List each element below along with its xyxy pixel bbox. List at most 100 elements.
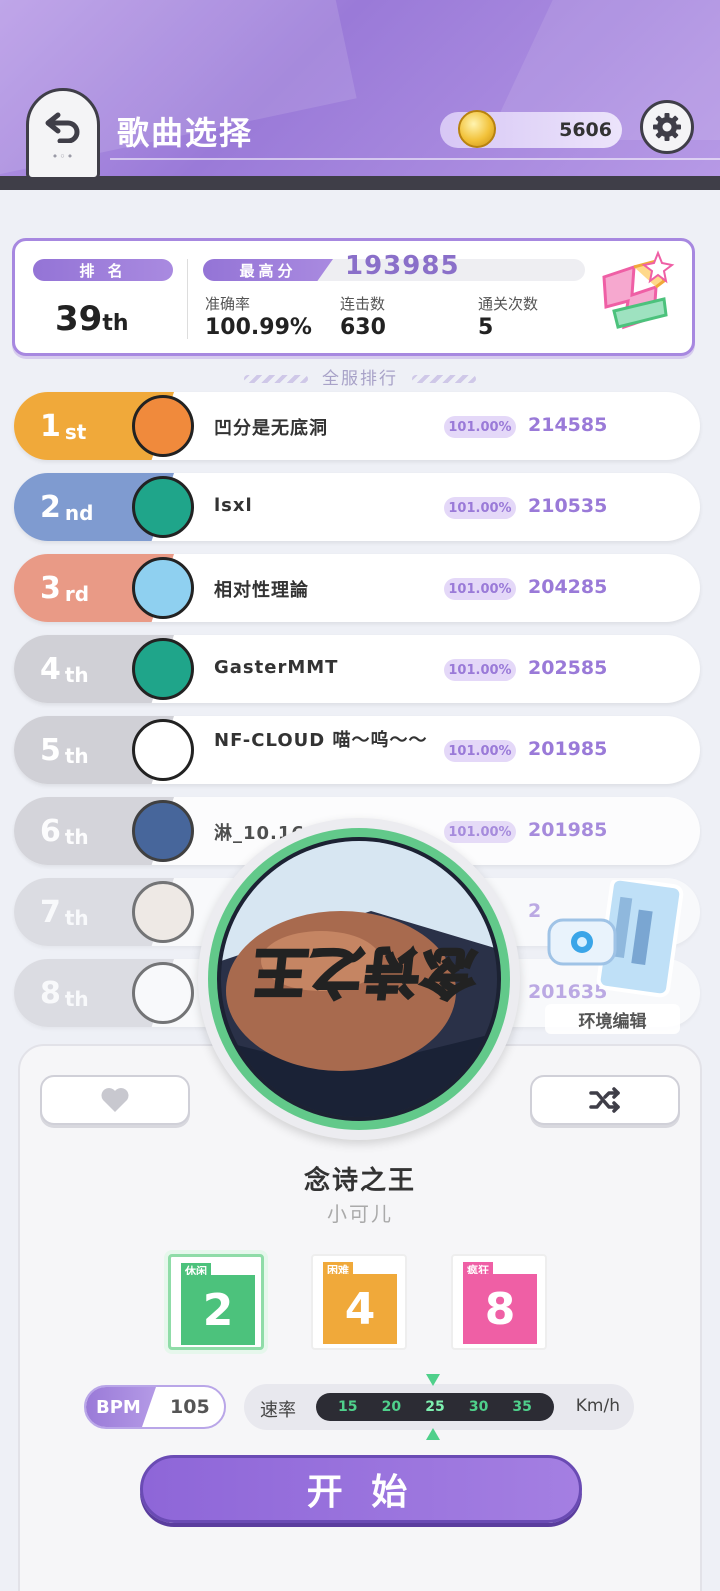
rank-label: 排 名	[33, 259, 173, 281]
rank-number: 2	[40, 489, 61, 525]
speed-unit: Km/h	[575, 1396, 620, 1416]
speed-option[interactable]: 35	[512, 1399, 531, 1415]
bpm-display: BPM 105	[84, 1385, 226, 1429]
combo-label: 连击数	[340, 295, 386, 313]
personal-stats-card: 排 名 39th 最高分 193985 准确率 100.99% 连击数 630 …	[12, 238, 695, 356]
difficulty-level: 2	[181, 1275, 255, 1345]
heart-icon	[101, 1088, 129, 1112]
cover-title-text: 念诗之王	[247, 939, 481, 1005]
speed-option[interactable]: 30	[469, 1399, 488, 1415]
song-artist: 小可儿	[327, 1202, 393, 1226]
player-avatar	[132, 800, 194, 862]
rank-number: 3	[40, 570, 61, 606]
shuffle-button[interactable]	[530, 1075, 680, 1125]
player-name: 相对性理論	[214, 580, 309, 601]
stripe-decoration	[244, 375, 308, 383]
player-avatar	[132, 962, 194, 1024]
leaderboard-row[interactable]: 5th NF-CLOUD 喵～呜～～ 101.00% 201985	[14, 716, 700, 784]
player-score: 204285	[528, 576, 608, 598]
difficulty-level: 8	[463, 1274, 537, 1344]
player-score: 202585	[528, 657, 608, 679]
rank-suffix: rd	[64, 582, 90, 606]
player-accuracy: 101.00%	[444, 740, 516, 762]
player-accuracy: 101.00%	[444, 659, 516, 681]
back-button[interactable]: •◦•	[26, 88, 100, 180]
best-score-value: 193985	[345, 251, 460, 281]
player-score: 201985	[528, 819, 608, 841]
player-accuracy: 101.00%	[444, 821, 516, 843]
rank-suffix: th	[64, 825, 89, 849]
rank-number: 5	[40, 732, 61, 768]
rank-value: 39th	[55, 299, 129, 339]
player-name: 凹分是无底洞	[214, 418, 328, 439]
start-button[interactable]: 开 始	[140, 1455, 582, 1523]
decoration-dots: •◦•	[51, 150, 75, 163]
player-score: 210535	[528, 495, 608, 517]
difficulty-casual[interactable]: 休闲 2	[168, 1254, 264, 1350]
player-avatar	[132, 395, 194, 457]
player-accuracy: 101.00%	[444, 578, 516, 600]
bpm-value: 105	[170, 1396, 210, 1418]
song-cover[interactable]: 念诗之王	[208, 828, 510, 1130]
speed-option-selected[interactable]: 25	[425, 1399, 444, 1415]
rank-number: 1	[40, 408, 61, 444]
player-avatar	[132, 719, 194, 781]
clears-value: 5	[478, 315, 494, 340]
player-score: 2	[528, 900, 542, 922]
divider	[187, 259, 188, 339]
speed-track[interactable]: 15 20 25 30 35	[316, 1393, 554, 1421]
leaderboard-row[interactable]: 2nd lsxl 101.00% 210535	[14, 473, 700, 541]
rank-number: 4	[40, 651, 61, 687]
player-name: lsxl	[214, 495, 253, 516]
player-avatar	[132, 476, 194, 538]
speed-selector: 速率 15 20 25 30 35 Km/h	[244, 1384, 634, 1430]
combo-value: 630	[340, 315, 386, 340]
gear-icon	[653, 113, 681, 141]
rank-number: 7	[40, 894, 61, 930]
stripe-decoration	[412, 375, 476, 383]
leaderboard-title: 全服排行	[0, 364, 720, 389]
speed-option[interactable]: 15	[338, 1399, 357, 1415]
difficulty-level: 4	[323, 1274, 397, 1344]
player-accuracy: 101.00%	[444, 497, 516, 519]
coin-icon	[458, 110, 496, 148]
player-accuracy: 101.00%	[444, 416, 516, 438]
back-arrow-icon	[45, 112, 80, 143]
coin-count: 5606	[559, 119, 612, 141]
shuffle-icon	[589, 1087, 620, 1113]
bpm-label: BPM	[86, 1387, 156, 1427]
rank-number: 6	[40, 813, 61, 849]
speed-marker-bottom-icon	[426, 1428, 440, 1440]
cover-art: 念诗之王	[217, 837, 501, 1121]
environment-edit-button[interactable]: 环境编辑	[545, 1004, 680, 1034]
player-avatar	[132, 881, 194, 943]
player-name: GasterMMT	[214, 657, 339, 678]
player-name: NF-CLOUD 喵～呜～～	[214, 730, 428, 751]
best-score-label: 最高分	[203, 259, 333, 281]
favorite-button[interactable]	[40, 1075, 190, 1125]
header-background	[0, 0, 720, 190]
header-divider	[110, 158, 720, 160]
difficulty-crazy[interactable]: 疯狂 8	[451, 1254, 547, 1350]
accuracy-value: 100.99%	[205, 315, 312, 340]
rank-suffix: th	[64, 987, 89, 1011]
page-title: 歌曲选择	[117, 114, 254, 152]
rank-suffix: st	[64, 420, 87, 444]
difficulty-hard[interactable]: 困难 4	[311, 1254, 407, 1350]
rank-suffix: th	[64, 744, 89, 768]
speed-marker-top-icon	[426, 1374, 440, 1386]
accuracy-label: 准确率	[205, 295, 251, 313]
song-title: 念诗之王	[303, 1166, 416, 1196]
game-logo-icon	[602, 250, 675, 330]
clears-label: 通关次数	[478, 295, 539, 313]
rank-suffix: th	[64, 906, 89, 930]
rank-number: 8	[40, 975, 61, 1011]
leaderboard-row[interactable]: 4th GasterMMT 101.00% 202585	[14, 635, 700, 703]
speed-option[interactable]: 20	[382, 1399, 401, 1415]
player-score: 201985	[528, 738, 608, 760]
rank-suffix: nd	[64, 501, 94, 525]
settings-button[interactable]	[640, 100, 694, 154]
leaderboard-row[interactable]: 1st 凹分是无底洞 101.00% 214585	[14, 392, 700, 460]
leaderboard-row[interactable]: 3rd 相对性理論 101.00% 204285	[14, 554, 700, 622]
player-score: 214585	[528, 414, 608, 436]
